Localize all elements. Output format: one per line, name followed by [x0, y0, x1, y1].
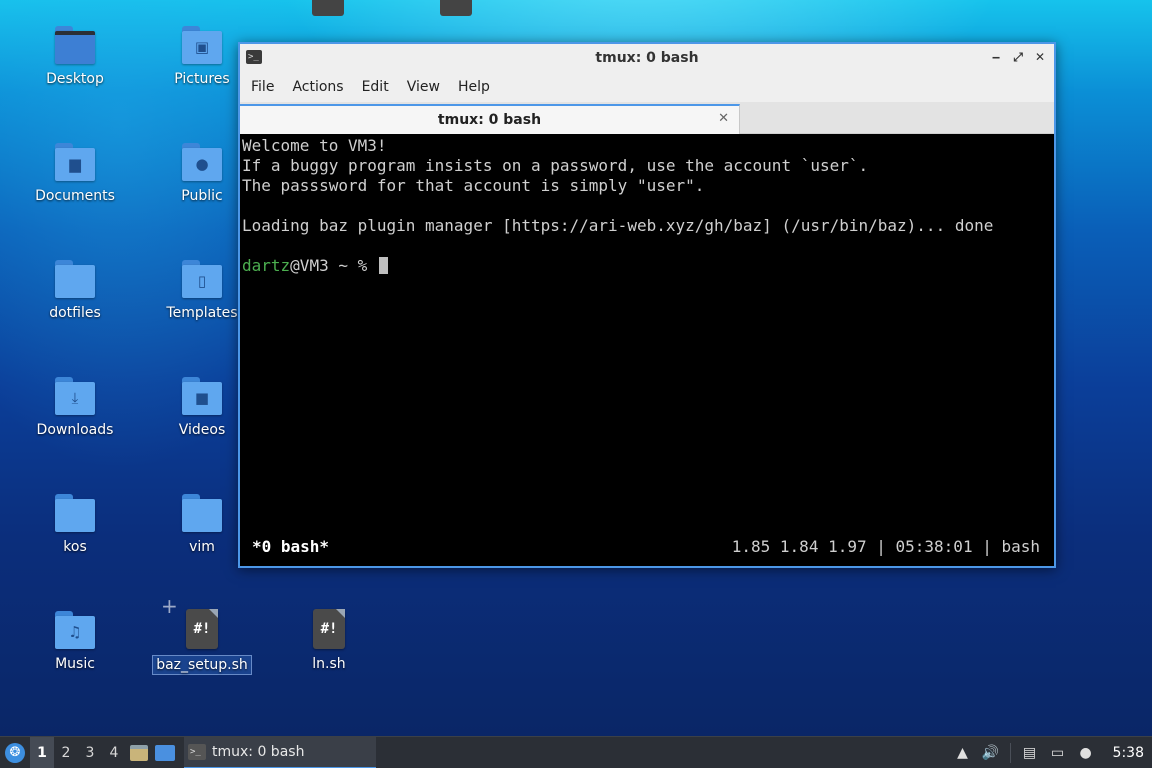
- public-folder-icon: ●: [180, 141, 224, 183]
- taskbar: ❂ 1 2 3 4 >_ tmux: 0 bash ▲ 🔊 ▤ ▭ ● 5:38: [0, 736, 1152, 768]
- folder-icon: [53, 24, 97, 66]
- workspace-1[interactable]: 1: [30, 736, 54, 768]
- start-menu-icon: ❂: [5, 742, 25, 763]
- prompt-user: dartz: [242, 256, 291, 275]
- updates-icon[interactable]: ●: [1077, 744, 1095, 762]
- menu-help[interactable]: Help: [449, 72, 499, 102]
- partial-desktop-icon: [312, 0, 344, 16]
- documents-folder-icon: ▆: [53, 141, 97, 183]
- tmux-window-label: *0 bash*: [252, 537, 330, 556]
- window-title: tmux: 0 bash: [595, 50, 699, 66]
- downloads-folder-icon: ⤓: [53, 375, 97, 417]
- terminal-prompt: dartz@VM3 ~ %: [242, 256, 1052, 276]
- maximize-button[interactable]: ⤢: [1010, 48, 1026, 66]
- clipboard-icon[interactable]: ▤: [1021, 744, 1039, 762]
- terminal-icon: >_: [188, 743, 206, 760]
- tab-close-icon[interactable]: ✕: [718, 111, 729, 126]
- clock[interactable]: 5:38: [1113, 745, 1144, 761]
- show-desktop-launcher[interactable]: [152, 737, 178, 768]
- menubar: File Actions Edit View Help: [240, 72, 1054, 102]
- workspace-2[interactable]: 2: [54, 737, 78, 768]
- show-desktop-icon: [155, 744, 175, 761]
- network-icon[interactable]: ▭: [1049, 744, 1067, 762]
- terminal-window[interactable]: >_ tmux: 0 bash ‒ ⤢ ✕ File Actions Edit …: [238, 42, 1056, 568]
- videos-folder-icon: ■: [180, 375, 224, 417]
- terminal-line: Welcome to VM3!: [242, 136, 387, 155]
- prompt-rest: @VM3 ~ %: [290, 256, 377, 275]
- workspace-3[interactable]: 3: [78, 737, 102, 768]
- tmux-status-bar: *0 bash* 1.85 1.84 1.97 | 05:38:01 | bas…: [252, 536, 1040, 558]
- partial-desktop-icon: [440, 0, 472, 16]
- volume-icon[interactable]: 🔊: [982, 744, 1000, 762]
- desktop-icon-desktop[interactable]: Desktop: [20, 24, 130, 88]
- terminal-line: The passsword for that account is simply…: [242, 176, 705, 195]
- task-label: tmux: 0 bash: [212, 743, 305, 760]
- tab-bar: tmux: 0 bash ✕: [240, 102, 1054, 134]
- templates-folder-icon: ▯: [180, 258, 224, 300]
- music-folder-icon: ♫: [53, 609, 97, 651]
- system-tray: ▲ 🔊 ▤ ▭ ● 5:38: [954, 737, 1152, 768]
- terminal-cursor: [378, 257, 388, 274]
- desktop-icon-documents[interactable]: ▆ Documents: [20, 141, 130, 205]
- pictures-folder-icon: ▣: [180, 24, 224, 66]
- terminal-output[interactable]: Welcome to VM3! If a buggy program insis…: [240, 134, 1054, 566]
- workspace-4[interactable]: 4: [102, 737, 126, 768]
- terminal-icon: >_: [246, 50, 262, 64]
- file-manager-icon: [130, 744, 148, 761]
- minimize-button[interactable]: ‒: [988, 48, 1004, 66]
- file-manager-launcher[interactable]: [126, 737, 152, 768]
- menu-edit[interactable]: Edit: [353, 72, 398, 102]
- close-button[interactable]: ✕: [1032, 48, 1048, 66]
- menu-actions[interactable]: Actions: [283, 72, 352, 102]
- menu-view[interactable]: View: [398, 72, 449, 102]
- menu-file[interactable]: File: [242, 72, 283, 102]
- desktop-icon-ln-sh[interactable]: #! ln.sh: [274, 609, 384, 673]
- script-file-icon: #!: [180, 609, 224, 651]
- folder-icon: [53, 258, 97, 300]
- notifications-icon[interactable]: ▲: [954, 744, 972, 762]
- desktop-icon-baz-setup[interactable]: #! baz_setup.sh: [147, 609, 257, 675]
- script-file-icon: #!: [307, 609, 351, 651]
- folder-icon: [180, 492, 224, 534]
- start-menu-button[interactable]: ❂: [0, 737, 30, 768]
- desktop-icon-kos[interactable]: kos: [20, 492, 130, 556]
- tmux-status-right: 1.85 1.84 1.97 | 05:38:01 | bash: [731, 537, 1040, 556]
- desktop-icon-dotfiles[interactable]: dotfiles: [20, 258, 130, 322]
- desktop-icon-downloads[interactable]: ⤓ Downloads: [20, 375, 130, 439]
- tab-tmux-bash[interactable]: tmux: 0 bash ✕: [240, 104, 740, 134]
- window-titlebar[interactable]: >_ tmux: 0 bash ‒ ⤢ ✕: [240, 44, 1054, 72]
- folder-icon: [53, 492, 97, 534]
- task-button-tmux[interactable]: >_ tmux: 0 bash: [184, 736, 376, 768]
- terminal-line: Loading baz plugin manager [https://ari-…: [242, 216, 994, 235]
- desktop-icon-music[interactable]: ♫ Music: [20, 609, 130, 673]
- terminal-line: If a buggy program insists on a password…: [242, 156, 869, 175]
